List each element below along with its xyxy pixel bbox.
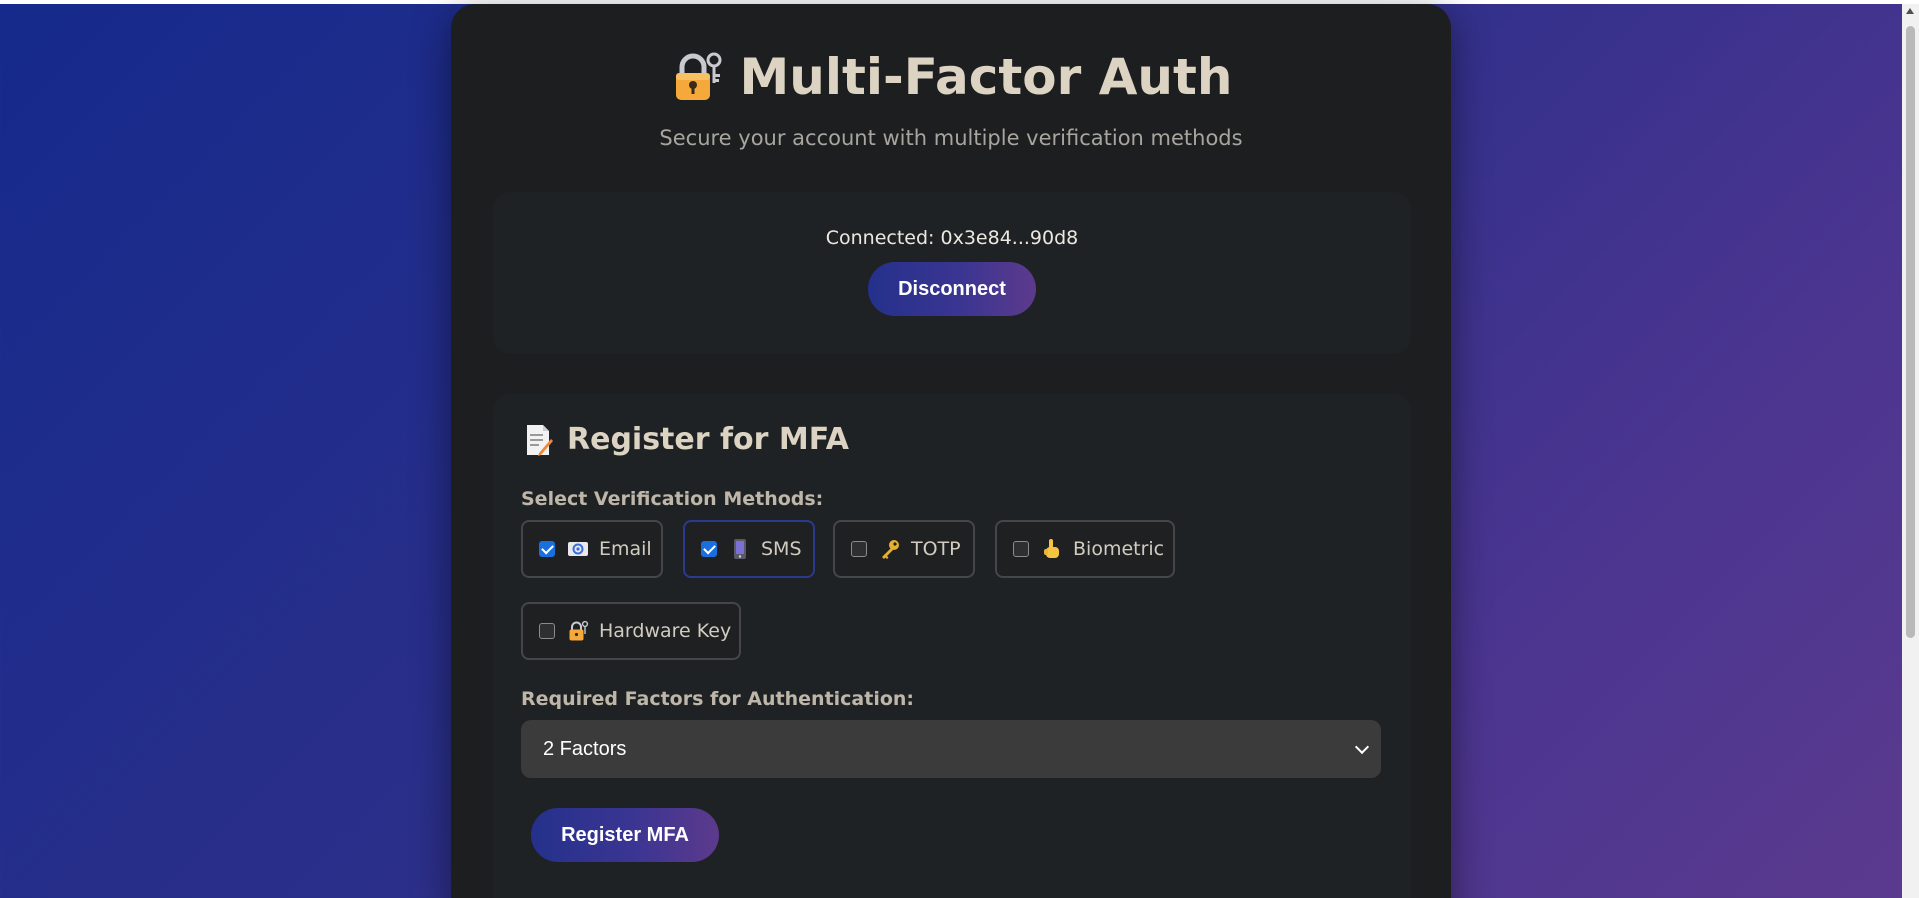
page-subtitle: Secure your account with multiple verifi… bbox=[659, 126, 1243, 150]
method-label: Email bbox=[599, 538, 652, 560]
phone-icon bbox=[729, 538, 751, 560]
method-option-totp[interactable]: TOTP bbox=[833, 520, 975, 578]
method-option-sms[interactable]: SMS bbox=[683, 520, 815, 578]
lock-with-key-icon bbox=[670, 50, 724, 104]
register-panel: Register for MFA Select Verification Met… bbox=[493, 394, 1411, 898]
key-icon bbox=[879, 538, 901, 560]
page-scrollbar[interactable] bbox=[1902, 4, 1919, 898]
register-mfa-button[interactable]: Register MFA bbox=[531, 808, 719, 862]
page-title: Multi-Factor Auth bbox=[739, 48, 1233, 106]
method-option-biometric[interactable]: Biometric bbox=[995, 520, 1175, 578]
disconnect-button[interactable]: Disconnect bbox=[868, 262, 1036, 316]
method-label: SMS bbox=[761, 538, 802, 560]
chevron-down-icon bbox=[1354, 739, 1370, 755]
method-label: Hardware Key bbox=[599, 620, 732, 642]
scrollbar-thumb[interactable] bbox=[1906, 26, 1915, 638]
connected-address: Connected: 0x3e84...90d8 bbox=[825, 227, 1079, 249]
factors-label: Required Factors for Authentication: bbox=[521, 688, 915, 710]
register-header: Register for MFA bbox=[525, 422, 849, 457]
email-checkbox[interactable] bbox=[539, 541, 555, 557]
method-label: Biometric bbox=[1073, 538, 1165, 560]
pointing-hand-icon bbox=[1041, 538, 1063, 560]
register-title: Register for MFA bbox=[567, 422, 850, 457]
required-factors-select[interactable]: 2 Factors bbox=[521, 720, 1381, 778]
sms-checkbox[interactable] bbox=[701, 541, 717, 557]
methods-label: Select Verification Methods: bbox=[521, 488, 824, 510]
totp-checkbox[interactable] bbox=[851, 541, 867, 557]
lock-with-key-icon bbox=[567, 620, 589, 642]
method-option-hardware-key[interactable]: Hardware Key bbox=[521, 602, 741, 660]
biometric-checkbox[interactable] bbox=[1013, 541, 1029, 557]
email-icon bbox=[567, 538, 589, 560]
required-factors-value: 2 Factors bbox=[543, 737, 627, 760]
document-pencil-icon bbox=[525, 423, 553, 457]
header: Multi-Factor Auth bbox=[451, 48, 1451, 106]
mfa-card: Multi-Factor Auth Secure your account wi… bbox=[451, 4, 1451, 898]
scroll-up-arrow-icon[interactable] bbox=[1906, 8, 1914, 14]
method-option-email[interactable]: Email bbox=[521, 520, 663, 578]
wallet-panel: Connected: 0x3e84...90d8 Disconnect bbox=[493, 192, 1411, 354]
hardware-key-checkbox[interactable] bbox=[539, 623, 555, 639]
method-label: TOTP bbox=[911, 538, 961, 560]
